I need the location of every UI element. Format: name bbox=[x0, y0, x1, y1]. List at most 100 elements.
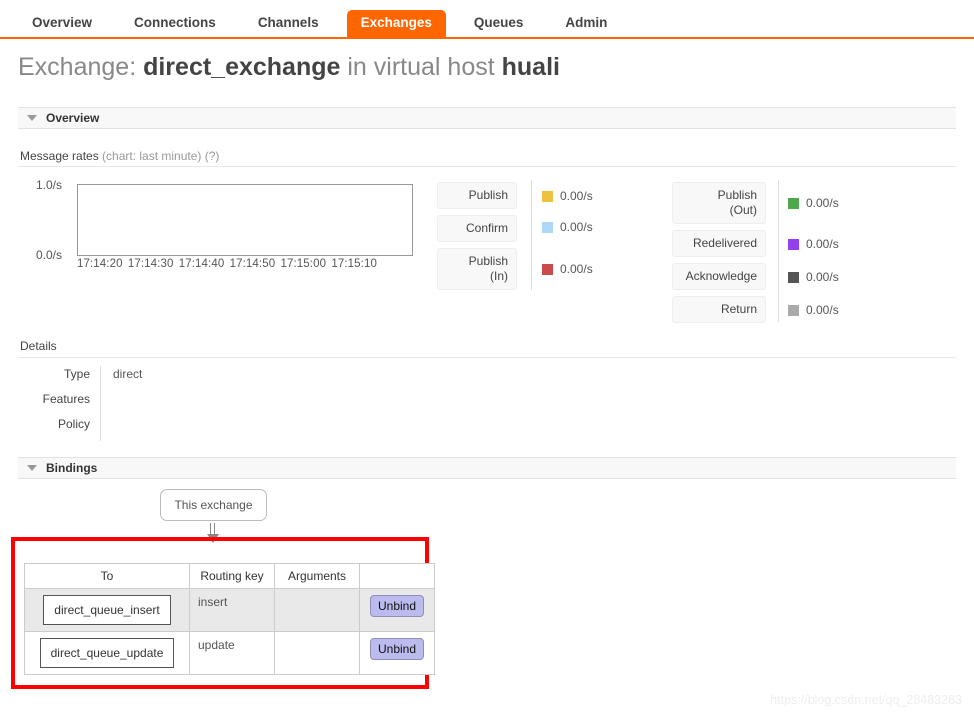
rate-button-acknowledge[interactable]: Acknowledge bbox=[672, 263, 766, 290]
page-title-prefix: Exchange: bbox=[18, 53, 137, 81]
unbind-button[interactable]: Unbind bbox=[369, 638, 425, 660]
chart-xtick: 17:14:40 bbox=[178, 258, 225, 270]
binding-action-cell: Unbind bbox=[359, 631, 435, 675]
queue-link-direct-queue-update[interactable]: direct_queue_update bbox=[39, 638, 175, 668]
details-row-type: Type direct bbox=[20, 366, 300, 391]
rate-row-acknowledge: Acknowledge bbox=[672, 263, 766, 290]
legend-swatch-acknowledge-icon bbox=[788, 271, 799, 283]
rate-value-publish-text: 0.00/s bbox=[560, 189, 593, 203]
tab-exchanges[interactable]: Exchanges bbox=[346, 10, 446, 37]
bindings-header-to[interactable]: To bbox=[24, 563, 190, 589]
details-heading: Details bbox=[20, 339, 57, 353]
caret-down-icon bbox=[27, 115, 37, 121]
rate-row-publish-out: Publish (Out) bbox=[672, 182, 766, 224]
details-value-policy bbox=[100, 416, 300, 441]
details-key-policy: Policy bbox=[57, 417, 90, 431]
rate-button-publish-in-line2: (In) bbox=[490, 269, 508, 283]
rate-row-confirm: Confirm bbox=[437, 215, 517, 242]
section-bindings-header[interactable]: Bindings bbox=[18, 457, 956, 479]
details-row-features: Features bbox=[20, 391, 300, 416]
chart-xticks: 17:14:20 17:14:30 17:14:40 17:14:50 17:1… bbox=[77, 258, 417, 270]
details-value-features bbox=[100, 391, 300, 416]
page-title-middle: in virtual host bbox=[347, 53, 495, 81]
chart-xtick: 17:14:20 bbox=[77, 258, 123, 270]
table-row: direct_queue_update update Unbind bbox=[24, 631, 435, 675]
main-navigation: Overview Connections Channels Exchanges … bbox=[0, 0, 974, 39]
rates-left-buttons: Publish Confirm Publish (In) bbox=[437, 182, 517, 296]
rate-row-redelivered: Redelivered bbox=[672, 230, 766, 257]
legend-swatch-redelivered-icon bbox=[788, 238, 799, 250]
down-arrow-icon bbox=[202, 523, 226, 547]
binding-to-cell: direct_queue_insert bbox=[24, 588, 190, 632]
bindings-table-header-row: To Routing key Arguments bbox=[24, 563, 435, 589]
chart-plot-area bbox=[77, 184, 413, 256]
details-key-type: Type bbox=[63, 367, 90, 381]
rate-button-confirm[interactable]: Confirm bbox=[437, 215, 517, 242]
details-divider bbox=[18, 357, 956, 358]
rate-row-publish: Publish bbox=[437, 182, 517, 209]
rate-button-publish-in-line1: Publish bbox=[468, 254, 508, 268]
details-value-type: direct bbox=[100, 366, 300, 391]
bindings-header-actions bbox=[359, 563, 435, 589]
message-rates-label: Message rates bbox=[20, 149, 99, 163]
details-table: Type direct Features Policy bbox=[20, 366, 300, 441]
rates-right-divider bbox=[778, 180, 779, 322]
binding-action-cell: Unbind bbox=[359, 588, 435, 632]
caret-down-icon bbox=[27, 465, 37, 471]
tab-overview[interactable]: Overview bbox=[18, 10, 106, 37]
legend-swatch-return-icon bbox=[788, 304, 799, 316]
tab-queues[interactable]: Queues bbox=[460, 10, 538, 37]
tab-channels[interactable]: Channels bbox=[244, 10, 333, 37]
tab-admin[interactable]: Admin bbox=[551, 10, 621, 37]
binding-to-cell: direct_queue_update bbox=[24, 631, 190, 675]
watermark: https://blog.csdn.net/qq_28483283 bbox=[770, 693, 962, 707]
rate-value-return: 0.00/s bbox=[788, 303, 839, 317]
queue-link-direct-queue-insert[interactable]: direct_queue_insert bbox=[43, 595, 171, 625]
exchange-name: direct_exchange bbox=[143, 53, 341, 81]
section-bindings-label: Bindings bbox=[46, 461, 98, 475]
chart-xtick: 17:15:00 bbox=[280, 258, 327, 270]
rate-value-publish-out: 0.00/s bbox=[788, 196, 839, 210]
message-rates-heading: Message rates (chart: last minute) (?) bbox=[20, 149, 219, 163]
rate-value-redelivered: 0.00/s bbox=[788, 237, 839, 251]
rate-button-return[interactable]: Return bbox=[672, 296, 766, 323]
details-row-policy: Policy bbox=[20, 416, 300, 441]
binding-arguments-cell bbox=[274, 631, 360, 675]
chart-ytick-bottom: 0.0/s bbox=[36, 248, 63, 262]
rate-value-confirm: 0.00/s bbox=[542, 220, 593, 234]
rate-button-publish-out-line1: Publish bbox=[717, 188, 757, 202]
binding-routing-key-cell: insert bbox=[189, 588, 275, 632]
rate-button-publish-out-line2: (Out) bbox=[729, 203, 757, 217]
message-rates-divider bbox=[18, 166, 956, 167]
rate-value-return-text: 0.00/s bbox=[806, 303, 839, 317]
message-rates-note[interactable]: (chart: last minute) (?) bbox=[102, 149, 219, 163]
rate-row-return: Return bbox=[672, 296, 766, 323]
rate-button-publish-out[interactable]: Publish (Out) bbox=[672, 182, 766, 224]
section-overview-header[interactable]: Overview bbox=[18, 107, 956, 129]
legend-swatch-publish-icon bbox=[542, 190, 553, 202]
vhost-name: huali bbox=[501, 53, 560, 81]
chart-xtick: 17:14:30 bbox=[127, 258, 174, 270]
bindings-table: To Routing key Arguments direct_queue_in… bbox=[24, 563, 435, 675]
this-exchange-node[interactable]: This exchange bbox=[160, 489, 267, 521]
bindings-header-arguments[interactable]: Arguments bbox=[274, 563, 360, 589]
rates-right-buttons: Publish (Out) Redelivered Acknowledge Re… bbox=[672, 182, 766, 329]
rate-button-publish-in[interactable]: Publish (In) bbox=[437, 248, 517, 290]
rate-value-publish-in-text: 0.00/s bbox=[560, 262, 593, 276]
bindings-header-routing-key[interactable]: Routing key bbox=[189, 563, 275, 589]
rate-value-confirm-text: 0.00/s bbox=[560, 220, 593, 234]
section-overview-label: Overview bbox=[46, 111, 100, 125]
binding-routing-key-cell: update bbox=[189, 631, 275, 675]
message-rates-chart: 1.0/s 0.0/s 17:14:20 17:14:30 17:14:40 1… bbox=[20, 176, 420, 286]
rate-button-publish[interactable]: Publish bbox=[437, 182, 517, 209]
tab-connections[interactable]: Connections bbox=[120, 10, 230, 37]
arrow-head bbox=[207, 534, 219, 543]
unbind-button[interactable]: Unbind bbox=[369, 595, 425, 617]
chart-xtick: 17:14:50 bbox=[229, 258, 276, 270]
page-title: Exchange: direct_exchange in virtual hos… bbox=[18, 52, 560, 82]
details-key-features: Features bbox=[42, 392, 90, 406]
rate-row-publish-in: Publish (In) bbox=[437, 248, 517, 290]
legend-swatch-confirm-icon bbox=[542, 221, 553, 233]
rate-button-redelivered[interactable]: Redelivered bbox=[672, 230, 766, 257]
chart-xtick: 17:15:10 bbox=[331, 258, 377, 270]
